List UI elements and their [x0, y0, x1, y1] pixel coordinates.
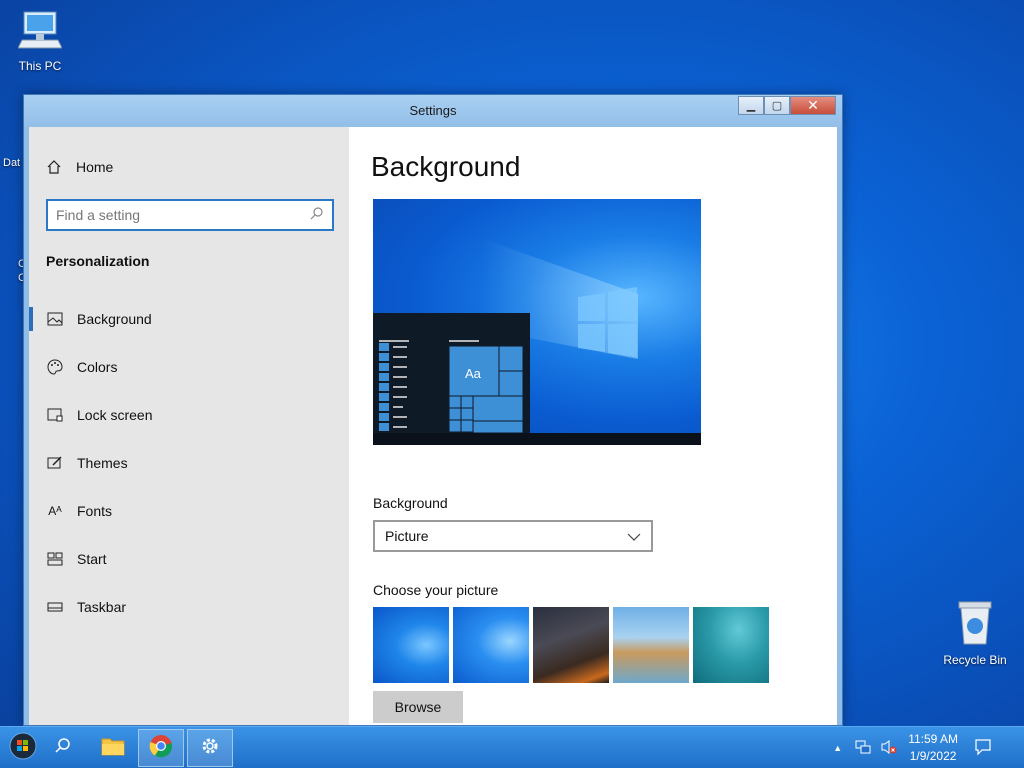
home-icon: [46, 159, 62, 175]
nav-list: Background Colors Lock screen Themes Aᴬ …: [29, 295, 349, 631]
file-explorer-button[interactable]: [90, 729, 136, 767]
recycle-bin-icon: [935, 600, 1015, 649]
nav-home[interactable]: Home: [46, 159, 113, 175]
picture-thumbnail[interactable]: [373, 607, 449, 683]
close-button[interactable]: ✕: [790, 96, 836, 115]
nav-item-fonts[interactable]: Aᴬ Fonts: [29, 487, 349, 535]
chrome-button[interactable]: [138, 729, 184, 767]
desktop-icon-label: Recycle Bin: [943, 653, 1007, 667]
volume-muted-icon[interactable]: [880, 739, 898, 758]
settings-taskbar-button[interactable]: [187, 729, 233, 767]
nav-item-start[interactable]: Start: [29, 535, 349, 583]
notification-icon[interactable]: [974, 738, 992, 759]
clock-date: 1/9/2022: [909, 749, 957, 763]
clock[interactable]: 11:59 AM 1/9/2022: [908, 731, 958, 765]
gear-icon: [199, 735, 221, 762]
background-type-dropdown[interactable]: Picture: [373, 520, 653, 552]
search-icon: [54, 737, 72, 760]
network-icon[interactable]: [854, 739, 872, 758]
picture-thumbnail[interactable]: [613, 607, 689, 683]
desktop-icon-label: This PC: [18, 59, 62, 73]
minimize-button[interactable]: ▁: [738, 96, 764, 115]
start-tiles-icon: [47, 551, 63, 567]
search-field[interactable]: [46, 199, 334, 231]
background-label: Background: [373, 495, 448, 511]
brush-icon: [47, 455, 63, 471]
background-preview: Aa: [373, 199, 701, 445]
nav-item-themes[interactable]: Themes: [29, 439, 349, 487]
picture-thumbnail[interactable]: [693, 607, 769, 683]
nav-item-label: Background: [77, 311, 152, 327]
folder-icon: [101, 736, 125, 761]
picture-thumbnail[interactable]: [453, 607, 529, 683]
taskbar: ▲ 11:59 AM 1/9/2022: [0, 726, 1024, 768]
nav-item-label: Start: [77, 551, 107, 567]
image-icon: [47, 311, 63, 327]
nav-item-label: Themes: [77, 455, 128, 471]
window-title: Settings: [409, 103, 457, 118]
title-bar[interactable]: Settings ▁ ▢ ✕: [24, 95, 842, 127]
page-title: Background: [371, 151, 521, 182]
picture-thumbnails: [373, 607, 769, 683]
settings-content: Background Aa Background Picture Choose …: [349, 127, 837, 725]
system-tray: ▲ 11:59 AM 1/9/2022: [833, 727, 1024, 768]
chevron-down-icon: [627, 528, 641, 544]
restore-icon: ▢: [771, 100, 783, 112]
desktop-icon-partial-label[interactable]: Dat: [3, 157, 20, 169]
computer-icon: [0, 8, 80, 55]
nav-item-taskbar[interactable]: Taskbar: [29, 583, 349, 631]
chrome-icon: [149, 734, 173, 763]
settings-nav: Home Personalization Background: [29, 127, 349, 725]
choose-picture-label: Choose your picture: [373, 582, 499, 598]
nav-item-background[interactable]: Background: [29, 295, 349, 343]
preview-taskbar: [373, 433, 701, 445]
nav-item-colors[interactable]: Colors: [29, 343, 349, 391]
nav-item-lock-screen[interactable]: Lock screen: [29, 391, 349, 439]
section-title: Personalization: [46, 253, 150, 269]
nav-item-label: Colors: [77, 359, 118, 375]
preview-tile-text: Aa: [465, 366, 481, 381]
lock-screen-icon: [47, 407, 63, 423]
nav-item-label: Taskbar: [77, 599, 127, 615]
desktop-icon-this-pc[interactable]: This PC: [0, 8, 80, 73]
palette-icon: [47, 359, 63, 375]
close-icon: ✕: [807, 97, 819, 113]
windows-orb-icon: [9, 732, 37, 765]
browse-button[interactable]: Browse: [373, 691, 463, 723]
dropdown-value: Picture: [385, 528, 429, 544]
search-taskbar-button[interactable]: [40, 729, 86, 767]
clock-time: 11:59 AM: [908, 732, 958, 746]
settings-window: Settings ▁ ▢ ✕ Home Find a setting Perso…: [23, 94, 843, 726]
taskbar-icon: [47, 599, 63, 615]
nav-item-label: Fonts: [77, 503, 113, 519]
chevron-up-icon[interactable]: ▲: [833, 743, 842, 753]
restore-button[interactable]: ▢: [764, 96, 790, 115]
search-input[interactable]: [56, 207, 310, 223]
desktop-icon-recycle-bin[interactable]: Recycle Bin: [935, 600, 1015, 667]
picture-thumbnail[interactable]: [533, 607, 609, 683]
search-icon: [310, 206, 324, 225]
nav-item-label: Lock screen: [77, 407, 153, 423]
font-icon: Aᴬ: [48, 504, 62, 518]
minimize-icon: ▁: [746, 100, 756, 112]
preview-start-menu: Aa: [373, 313, 530, 434]
nav-home-label: Home: [76, 159, 114, 175]
